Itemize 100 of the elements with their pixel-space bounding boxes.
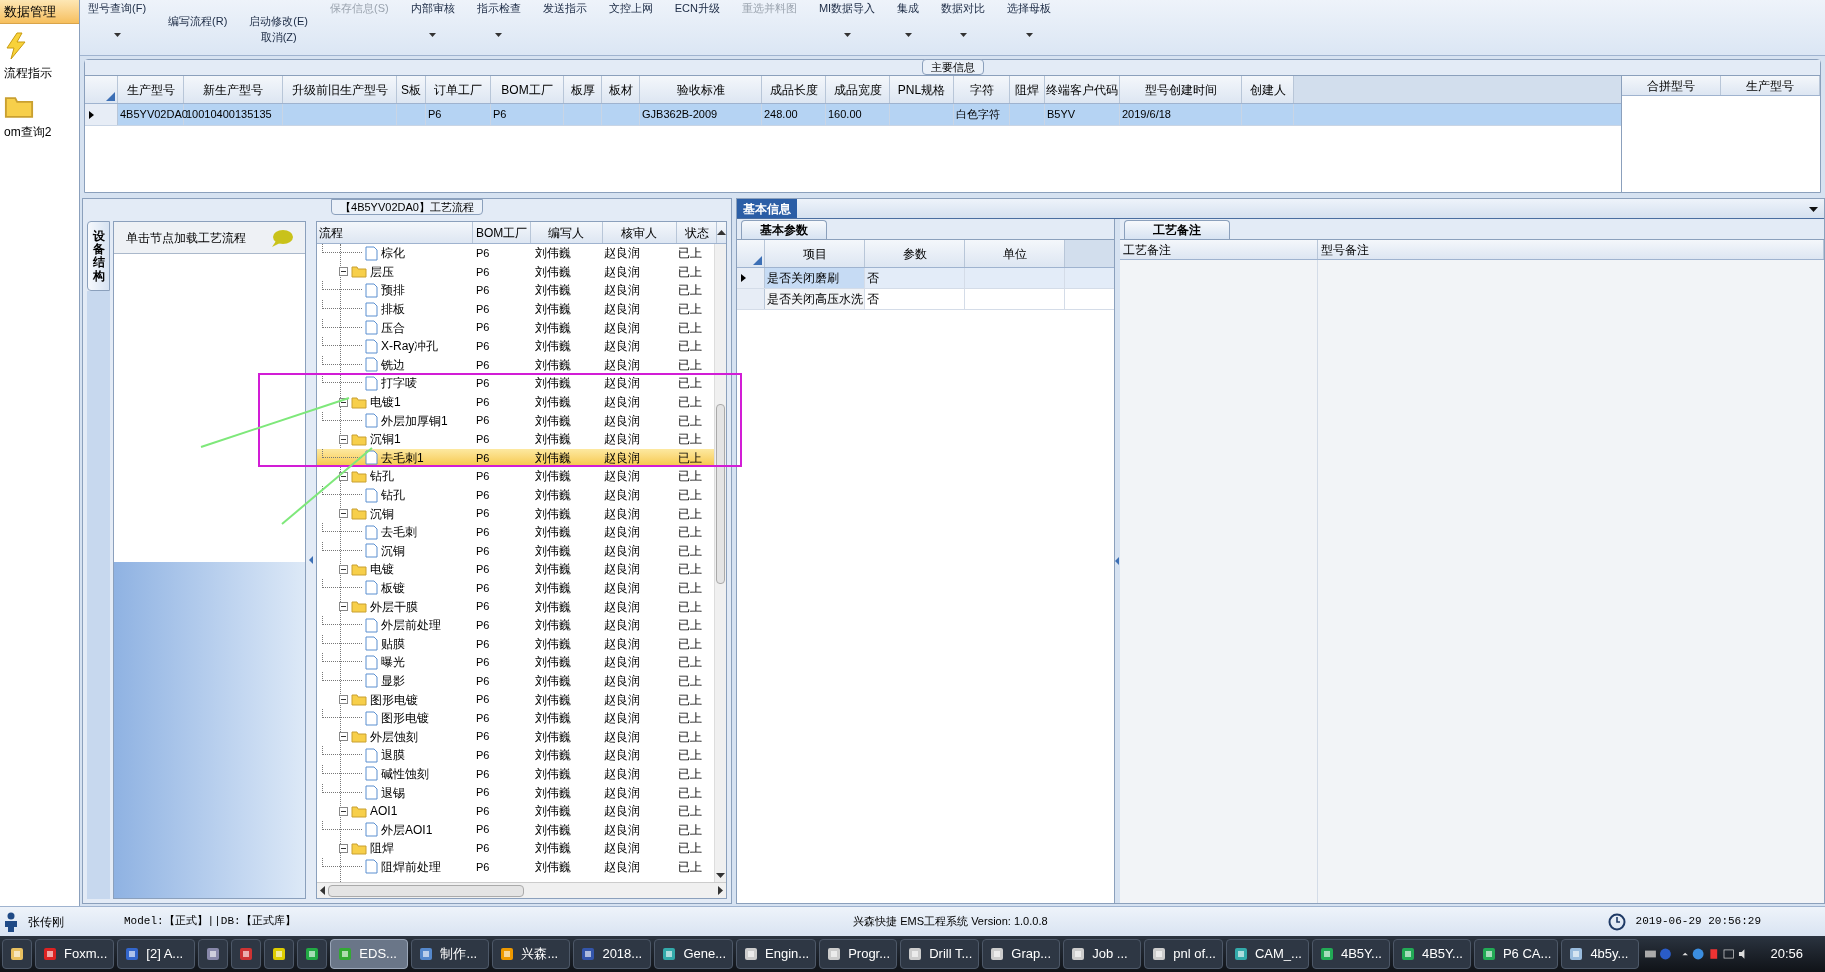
taskbar-button[interactable] [2,939,32,969]
collapse-icon[interactable] [339,602,348,612]
collapse-icon[interactable] [339,695,348,705]
toolbar-button[interactable]: 选择母板 [1007,1,1052,37]
column-header[interactable]: BOM工厂 [473,222,531,243]
taskbar-button[interactable]: 4b5y... [1561,939,1640,969]
column-header[interactable]: 流程 [317,222,474,243]
column-header[interactable]: 成品宽度 [826,76,890,103]
sidebar-item[interactable]: 流程指示 [0,24,79,86]
tree-row[interactable]: 板镀 P6 刘伟巍 赵良润 已上 [317,578,714,598]
toolbar-button[interactable]: 文控上网 [608,1,653,15]
tree-row[interactable]: 沉铜 P6 刘伟巍 赵良润 已上 [317,541,714,561]
taskbar-button[interactable]: Gene... [654,939,734,969]
collapse-icon[interactable] [339,397,348,407]
tree-row[interactable]: 电镀 P6 刘伟巍 赵良润 已上 [317,560,714,579]
scroll-left-icon[interactable] [320,886,325,895]
taskbar-button[interactable] [297,939,328,969]
toolbar-button[interactable]: 数据对比 [941,1,986,37]
column-header[interactable]: 板厚 [564,76,602,103]
column-header[interactable]: S板 [397,76,426,103]
column-header[interactable]: 合拼型号 [1622,76,1721,95]
tree-row[interactable]: 铣边 P6 刘伟巍 赵良润 已上 [317,355,714,375]
column-header[interactable]: BOM工厂 [491,76,564,103]
taskbar-button[interactable]: 兴森... [492,939,571,969]
tree-row[interactable]: 沉铜1 P6 刘伟巍 赵良润 已上 [317,429,714,449]
column-header[interactable]: 阻焊 [1010,76,1045,103]
tree-row[interactable]: 钻孔 P6 刘伟巍 赵良润 已上 [317,467,714,486]
tree-row[interactable]: 曝光 P6 刘伟巍 赵良润 已上 [317,653,714,672]
tree-row[interactable]: 棕化 P6 刘伟巍 赵良润 已上 [317,244,714,263]
column-header[interactable]: 新生产型号 [184,76,283,103]
sidebar-header[interactable]: 数据管理 [0,0,79,24]
column-header[interactable]: 项目 [765,240,865,267]
tree-row[interactable]: 退膜 P6 刘伟巍 赵良润 已上 [317,746,714,765]
toolbar-button[interactable]: 集成 [897,1,920,37]
taskbar-button[interactable]: [2] A... [117,939,196,969]
scroll-thumb[interactable] [328,884,524,897]
table-row[interactable]: 4B5YV02DA010010400135135 P6 P6 GJB362B-2009 248.00 160.00 白色字符 B5YV 2019/6/18 [85,104,1621,126]
vertical-tab[interactable]: 设备结构 [87,221,110,291]
collapse-icon[interactable] [339,806,348,816]
taskbar-button[interactable]: Engin... [736,939,817,969]
toolbar-button[interactable]: 启动修改(E) [249,14,308,28]
column-header[interactable]: 编写人 [530,222,603,243]
collapse-icon[interactable] [339,434,348,444]
toolbar-button[interactable]: MI数据导入 [818,1,876,37]
tree-row[interactable]: 预排 P6 刘伟巍 赵良润 已上 [317,281,714,300]
column-header[interactable]: 参数 [865,240,965,267]
horizontal-scrollbar[interactable] [317,882,726,898]
column-header[interactable]: 核审人 [602,222,678,243]
scroll-thumb[interactable] [716,404,725,584]
toolbar-button[interactable]: ECN升级 [674,1,720,15]
tree-row[interactable]: 外层干膜 P6 刘伟巍 赵良润 已上 [317,597,714,616]
taskbar-button[interactable] [198,939,229,969]
collapse-icon[interactable] [339,267,348,277]
tab[interactable]: 基本信息 [737,199,797,218]
toolbar-button[interactable]: 内部审核 [410,1,455,37]
column-header[interactable]: 工艺备注 [1120,240,1318,259]
tree-row[interactable]: 外层蚀刻 P6 刘伟巍 赵良润 已上 [317,727,714,747]
toolbar-button[interactable]: 发送指示 [542,1,587,15]
column-header[interactable]: 订单工厂 [426,76,491,103]
collapse-icon[interactable] [339,509,348,519]
tree-row[interactable]: 阻焊 P6 刘伟巍 赵良润 已上 [317,839,714,858]
taskbar-button[interactable]: Foxm... [35,939,115,969]
taskbar-button[interactable]: pnl of... [1144,939,1223,969]
taskbar-button[interactable]: Grap... [982,939,1061,969]
tree-row[interactable]: 图形电镀 P6 刘伟巍 赵良润 已上 [317,708,714,728]
column-header[interactable]: 型号创建时间 [1120,76,1242,103]
tree-row[interactable]: 层压 P6 刘伟巍 赵良润 已上 [317,262,714,282]
tree-row[interactable]: 外层前处理 P6 刘伟巍 赵良润 已上 [317,615,714,635]
tree-row[interactable]: 碱性蚀刻 P6 刘伟巍 赵良润 已上 [317,764,714,784]
collapse-icon[interactable] [339,732,348,742]
tree-row[interactable]: 退锡 P6 刘伟巍 赵良润 已上 [317,783,714,802]
taskbar-button[interactable]: Job ... [1063,939,1142,969]
taskbar-button[interactable] [231,939,262,969]
tree-row[interactable]: 电镀1 P6 刘伟巍 赵良润 已上 [317,392,714,412]
splitter-arrow-icon[interactable] [309,556,313,564]
toolbar-button[interactable]: 取消(Z) [260,30,297,44]
toolbar-button[interactable]: 型号查询(F) [88,1,147,37]
tree-row[interactable]: AOI1 P6 刘伟巍 赵良润 已上 [317,801,714,821]
table-row[interactable]: 是否关闭高压水洗 否 [737,289,1114,310]
tree-row[interactable]: 外层加厚铜1 P6 刘伟巍 赵良润 已上 [317,411,714,430]
dropdown-arrow-icon[interactable] [1809,207,1818,212]
column-header[interactable]: 型号备注 [1318,240,1824,259]
tree-row[interactable]: 外层AOI1 P6 刘伟巍 赵良润 已上 [317,820,714,839]
toolbar-button[interactable]: 指示检查 [476,1,521,37]
tree-row[interactable]: 阻焊前处理 P6 刘伟巍 赵良润 已上 [317,857,714,877]
tree-row[interactable]: 图形电镀 P6 刘伟巍 赵良润 已上 [317,690,714,709]
tree-row[interactable]: 打字唛 P6 刘伟巍 赵良润 已上 [317,374,714,393]
column-header[interactable]: 字符 [954,76,1010,103]
collapse-icon[interactable] [339,564,348,574]
tree-row[interactable]: 压合 P6 刘伟巍 赵良润 已上 [317,318,714,337]
tree-row[interactable]: 去毛刺 P6 刘伟巍 赵良润 已上 [317,522,714,542]
column-header[interactable]: 验收标准 [640,76,762,103]
taskbar-button[interactable]: 4B5Y... [1311,939,1390,969]
taskbar-button[interactable]: 4B5Y... [1392,939,1471,969]
tab[interactable]: 基本参数 [741,220,827,239]
column-header[interactable]: 生产型号 [1721,76,1820,95]
tree-row[interactable]: 排板 P6 刘伟巍 赵良润 已上 [317,299,714,319]
tree-row[interactable]: 贴膜 P6 刘伟巍 赵良润 已上 [317,634,714,654]
taskbar-button[interactable]: Progr... [819,939,898,969]
collapse-icon[interactable] [339,843,348,853]
